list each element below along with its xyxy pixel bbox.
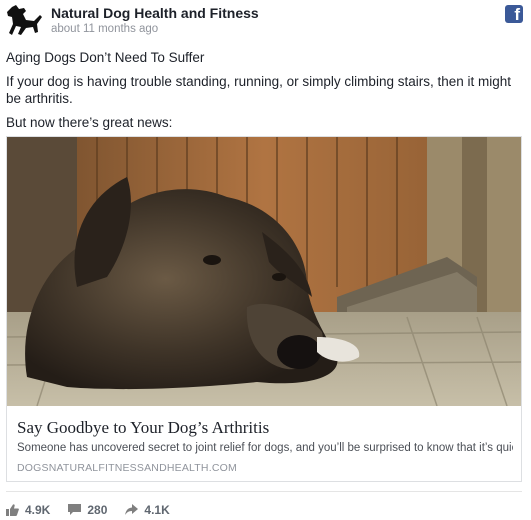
share-arrow-icon	[125, 504, 139, 515]
link-description: Someone has uncovered secret to joint re…	[17, 442, 513, 454]
post-header: Natural Dog Health and Fitness about 11 …	[4, 2, 527, 42]
stats-divider	[6, 491, 522, 492]
engagement-stats: 4.9K 280 4.1K	[6, 502, 188, 518]
page-name[interactable]: Natural Dog Health and Fitness	[51, 5, 259, 21]
comment-icon	[68, 504, 82, 515]
shares-stat[interactable]: 4.1K	[125, 503, 170, 517]
link-preview-image[interactable]	[7, 137, 521, 406]
post-headline: Aging Dogs Don’t Need To Suffer	[6, 50, 205, 65]
post-paragraph: If your dog is having trouble standing, …	[6, 73, 511, 107]
post-paragraph: But now there’s great news:	[6, 114, 173, 130]
facebook-icon: f	[505, 5, 523, 24]
link-preview-card[interactable]: Say Goodbye to Your Dog’s Arthritis Some…	[6, 136, 522, 482]
comments-count: 280	[87, 503, 108, 517]
comments-stat[interactable]: 280	[68, 503, 107, 517]
dog-photo	[7, 137, 521, 406]
post-body: Aging Dogs Don’t Need To Suffer If your …	[6, 49, 521, 133]
post-timestamp[interactable]: about 11 months ago	[51, 23, 158, 35]
link-domain: DOGSNATURALFITNESSANDHEALTH.COM	[17, 462, 237, 474]
thumbs-up-icon	[6, 504, 19, 516]
shares-count: 4.1K	[144, 503, 170, 517]
dog-silhouette-icon	[7, 5, 42, 35]
link-title[interactable]: Say Goodbye to Your Dog’s Arthritis	[17, 418, 269, 438]
likes-stat[interactable]: 4.9K	[6, 503, 50, 517]
page-avatar[interactable]	[4, 2, 44, 42]
likes-count: 4.9K	[25, 503, 51, 517]
